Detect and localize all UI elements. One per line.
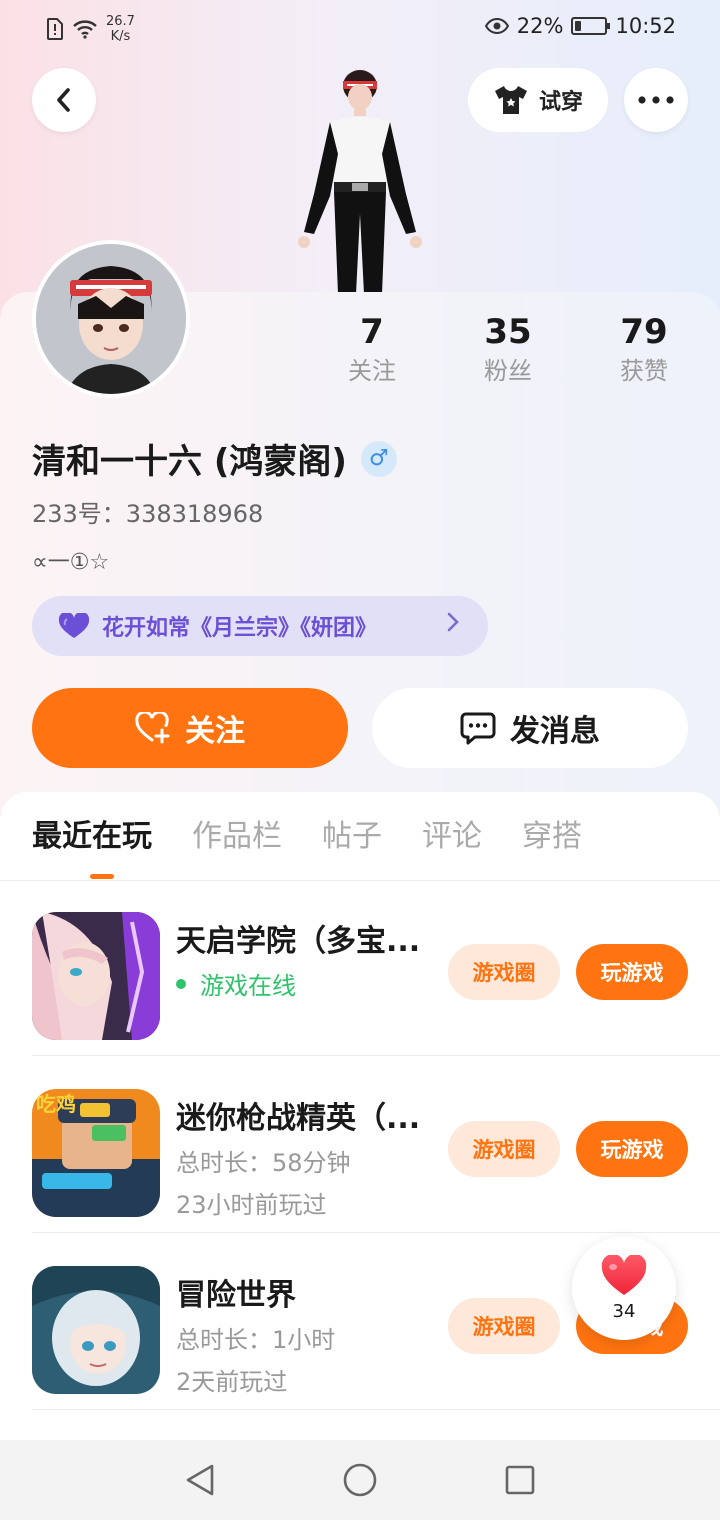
clock: 10:52 <box>615 14 676 38</box>
row-divider <box>32 1232 720 1233</box>
tab-comments[interactable]: 评论 <box>422 816 482 858</box>
nav-back-button[interactable] <box>180 1460 220 1500</box>
username: 清和一十六 (鸿蒙阁) <box>32 442 347 482</box>
game-icon-mini-gunfight: 吃鸡 <box>32 1089 160 1217</box>
heart-plus-icon <box>135 712 170 744</box>
stat-fans[interactable]: 35 粉丝 <box>440 310 576 388</box>
game-last-played: 23小时前玩过 <box>176 1191 327 1219</box>
guild-text: 花开如常《月兰宗》《妍团》 <box>102 616 378 641</box>
status-right: 22% 10:52 <box>484 14 676 38</box>
game-row[interactable]: 天启学院（多宝... 游戏在线 游戏圈 玩游戏 <box>32 880 720 1056</box>
more-button[interactable] <box>624 68 688 132</box>
tab-posts[interactable]: 帖子 <box>322 816 382 858</box>
play-game-button[interactable]: 玩游戏 <box>576 944 688 1000</box>
svg-text:吃鸡: 吃鸡 <box>36 1092 76 1116</box>
more-dots-icon <box>638 96 674 104</box>
game-icon-adventure-world <box>32 1266 160 1394</box>
profile-tabs: 最近在玩 作品栏 帖子 评论 穿搭 <box>32 816 582 858</box>
game-name: 冒险世界 <box>176 1278 296 1313</box>
user-id: 233号：338318968 <box>32 500 264 528</box>
game-online-status: 游戏在线 <box>176 966 296 1001</box>
back-button[interactable] <box>32 68 96 132</box>
chevron-right-icon <box>446 610 460 640</box>
tab-outfits[interactable]: 穿搭 <box>522 816 582 858</box>
game-circle-button[interactable]: 游戏圈 <box>448 1298 560 1354</box>
chat-bubble-icon <box>460 712 496 745</box>
game-total-time: 总时长：58分钟 <box>176 1149 351 1177</box>
avatar-image <box>36 244 186 394</box>
tshirt-icon <box>494 86 527 114</box>
game-row[interactable]: 吃鸡 迷你枪战精英（... 总时长：58分钟 23小时前玩过 游戏圈 玩游戏 <box>32 1057 720 1233</box>
red-heart-icon <box>601 1254 647 1295</box>
try-on-button[interactable]: 试穿 <box>468 68 608 132</box>
chevron-left-icon <box>57 88 70 112</box>
stat-following-count: 7 <box>360 312 384 352</box>
nav-recents-button[interactable] <box>500 1460 540 1500</box>
battery-fill <box>575 21 582 31</box>
circle-home-icon <box>343 1463 377 1497</box>
signature: ∝一①☆ <box>32 550 110 575</box>
tab-active-indicator <box>90 874 114 879</box>
content-panel: 最近在玩 作品栏 帖子 评论 穿搭 天启学院（多宝... 游戏在线 游戏圈 玩游… <box>0 792 720 1440</box>
network-speed: 26.7 K/s <box>106 14 135 44</box>
tab-recently-played[interactable]: 最近在玩 <box>32 816 152 858</box>
play-game-button[interactable]: 玩游戏 <box>576 1121 688 1177</box>
row-divider <box>32 1409 720 1410</box>
stat-likes[interactable]: 79 获赞 <box>576 310 712 388</box>
avatar[interactable] <box>32 240 190 398</box>
network-speed-value: 26.7 <box>106 14 135 29</box>
heart-icon <box>58 613 90 638</box>
stat-fans-count: 35 <box>484 312 532 352</box>
status-bar: 26.7 K/s 22% 10:52 <box>0 0 720 56</box>
triangle-back-icon <box>186 1464 214 1496</box>
gender-male-icon: ♂ <box>360 440 397 477</box>
nav-home-button[interactable] <box>340 1460 380 1500</box>
follow-label: 关注 <box>185 714 245 749</box>
stat-following[interactable]: 7 关注 <box>304 310 440 388</box>
online-dot-icon <box>176 978 186 989</box>
game-total-time: 总时长：1小时 <box>176 1326 336 1354</box>
game-icon-tianqi <box>32 912 160 1040</box>
send-message-button[interactable]: 发消息 <box>372 688 688 768</box>
system-nav-bar <box>0 1440 720 1520</box>
follow-button[interactable]: 关注 <box>32 688 348 768</box>
game-last-played: 2天前玩过 <box>176 1368 288 1396</box>
game-circle-button[interactable]: 游戏圈 <box>448 944 560 1000</box>
status-left: 26.7 K/s <box>46 14 135 44</box>
tab-works[interactable]: 作品栏 <box>192 816 282 858</box>
profile-stats: 7 关注 35 粉丝 79 获赞 <box>304 310 712 388</box>
send-message-label: 发消息 <box>510 714 600 749</box>
network-speed-unit: K/s <box>110 29 131 44</box>
guild-banner[interactable]: 花开如常《月兰宗》《妍团》 <box>32 596 488 656</box>
like-count: 34 <box>612 1300 636 1322</box>
row-divider <box>32 1055 720 1056</box>
username-row: 清和一十六 (鸿蒙阁) ♂ <box>32 434 397 483</box>
game-circle-button[interactable]: 游戏圈 <box>448 1121 560 1177</box>
stat-likes-count: 79 <box>620 312 668 352</box>
game-name: 天启学院（多宝... <box>176 924 421 959</box>
floating-like-button[interactable]: 34 <box>572 1236 676 1340</box>
game-status-text: 游戏在线 <box>200 972 296 1000</box>
avatar-character-figure <box>298 70 422 294</box>
battery-percent: 22% <box>516 14 564 38</box>
stat-fans-label: 粉丝 <box>484 357 532 385</box>
try-on-label: 试穿 <box>538 90 583 115</box>
eye-comfort-icon <box>484 17 509 35</box>
game-name: 迷你枪战精英（... <box>176 1101 421 1136</box>
sim-alert-icon <box>47 18 63 40</box>
stat-likes-label: 获赞 <box>620 357 668 385</box>
stat-following-label: 关注 <box>348 357 396 385</box>
wifi-icon <box>73 20 97 39</box>
square-recents-icon <box>505 1465 535 1495</box>
battery-icon <box>571 17 611 35</box>
